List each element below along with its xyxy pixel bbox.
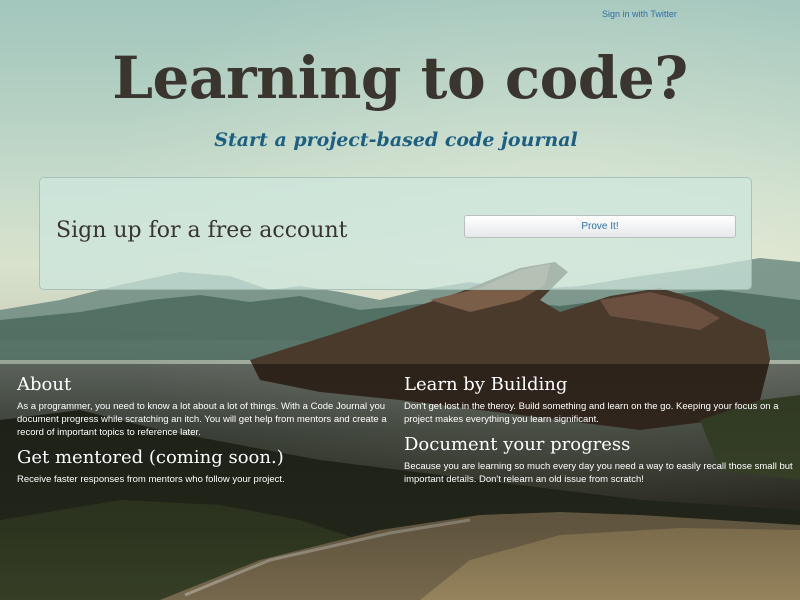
get-mentored-heading: Get mentored (coming soon.) <box>17 447 284 468</box>
sign-in-twitter-link[interactable]: Sign in with Twitter <box>602 9 677 19</box>
page-subtitle: Start a project-based code journal <box>214 129 578 151</box>
about-heading: About <box>17 374 72 395</box>
document-progress-heading: Document your progress <box>404 434 631 455</box>
signup-panel: Sign up for a free account Prove It! <box>39 177 752 290</box>
features-right-column: Learn by Building Don't get lost in the … <box>404 372 794 492</box>
about-text: As a programmer, you need to know a lot … <box>17 401 387 438</box>
get-mentored-text: Receive faster responses from mentors wh… <box>17 474 285 485</box>
learn-by-building-heading: Learn by Building <box>404 374 568 395</box>
features-left-column: About As a programmer, you need to know … <box>17 372 402 492</box>
signup-prompt: Sign up for a free account <box>56 218 348 243</box>
document-progress-text: Because you are learning so much every d… <box>404 461 793 485</box>
prove-it-button[interactable]: Prove It! <box>464 215 736 238</box>
page-title: Learning to code? <box>112 44 688 112</box>
learn-by-building-text: Don't get lost in the theroy. Build some… <box>404 401 779 425</box>
